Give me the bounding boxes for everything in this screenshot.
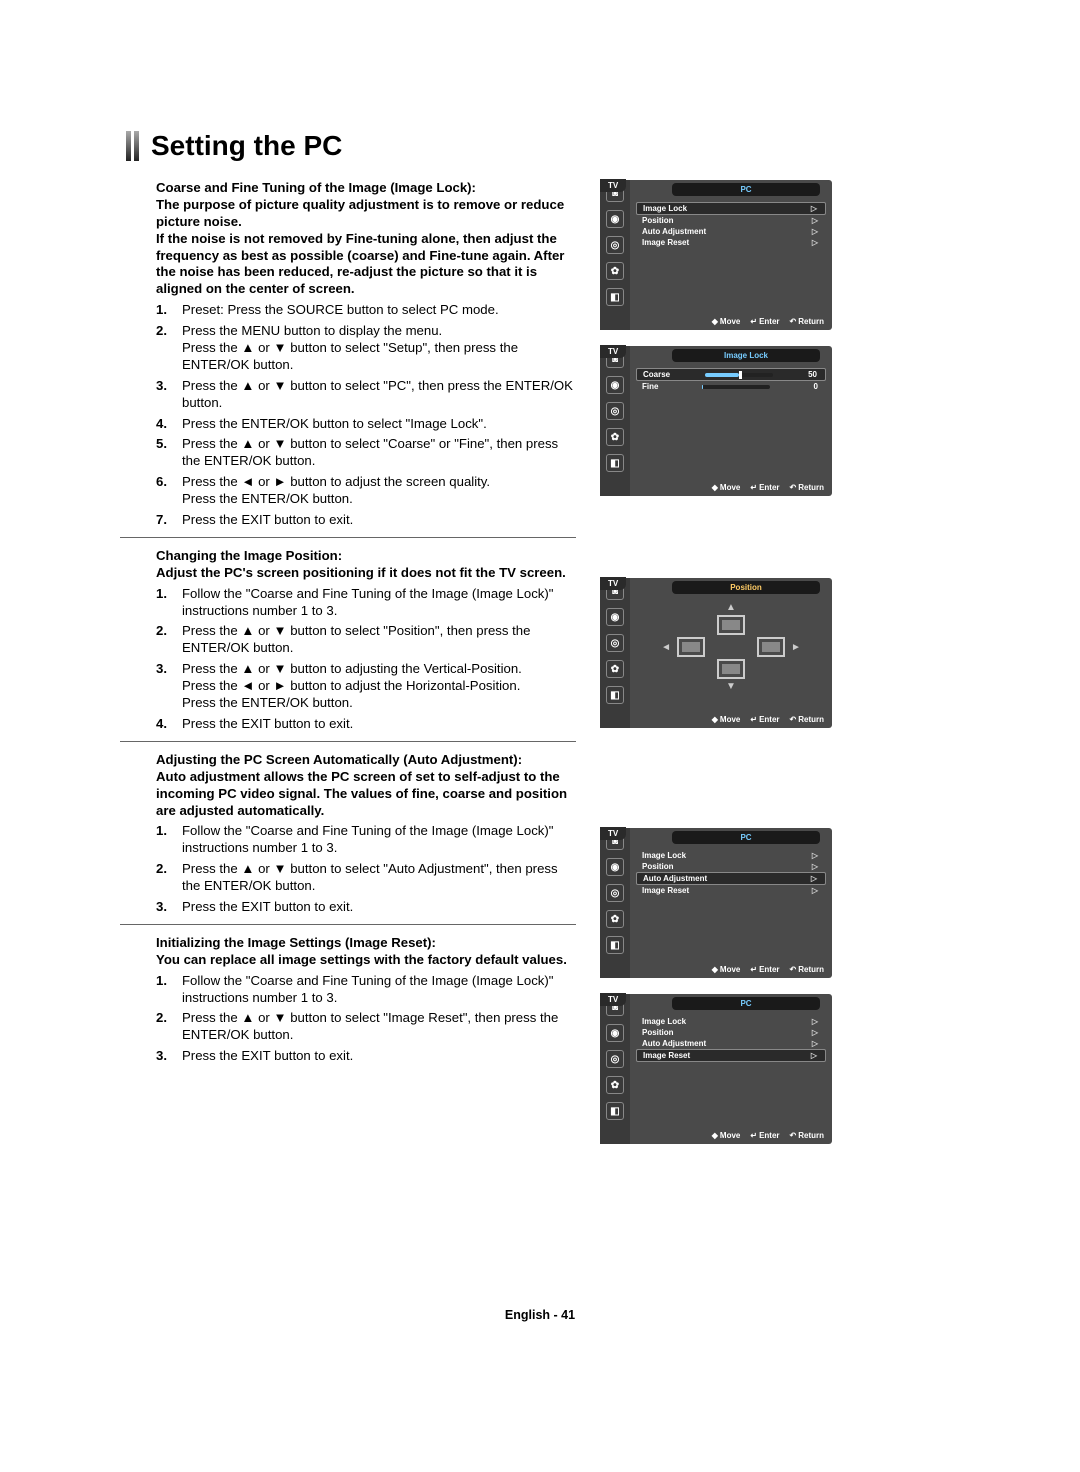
menu-item-auto-adjustment: Auto Adjustment▷ xyxy=(636,872,826,885)
return-hint: ↶Return xyxy=(790,317,824,326)
osd-pc-menu-auto-adjustment: TV ◙◉◎✿◧ PC Image Lock▷ Position▷ Auto A… xyxy=(600,828,832,978)
arrow-left-icon: ◄ xyxy=(661,642,671,653)
osd-title: PC xyxy=(672,183,820,196)
image-lock-steps: Preset: Press the SOURCE button to selec… xyxy=(156,302,576,529)
osd-pc-menu-image-reset: TV ◙◉◎✿◧ PC Image Lock▷ Position▷ Auto A… xyxy=(600,994,832,1144)
enter-hint: ↵Enter xyxy=(750,317,779,326)
osd-sidebar-icons: ◙◉◎✿◧ xyxy=(600,828,630,978)
divider xyxy=(120,924,576,925)
arrow-up-icon: ▲ xyxy=(726,602,736,613)
page-title-wrap: Setting the PC xyxy=(126,130,1000,162)
osd-title: Image Lock xyxy=(672,349,820,362)
position-diagram: ▲ ◄ ► ▼ xyxy=(636,602,826,692)
move-hint: ◆Move xyxy=(712,317,741,326)
osd-title: Position xyxy=(672,581,820,594)
osd-sidebar-icons: ◙◉◎✿◧ xyxy=(600,994,630,1144)
menu-item-image-reset: Image Reset▷ xyxy=(636,237,826,248)
image-reset-intro: Initializing the Image Settings (Image R… xyxy=(156,935,576,969)
slider-fine: Fine 0 xyxy=(636,381,826,392)
menu-item-auto-adjustment: Auto Adjustment▷ xyxy=(636,226,826,237)
menu-item-position: Position▷ xyxy=(636,215,826,226)
title-bars-icon xyxy=(126,131,139,161)
image-lock-intro: Coarse and Fine Tuning of the Image (Ima… xyxy=(156,180,576,298)
menu-item-image-reset: Image Reset▷ xyxy=(636,1049,826,1062)
osd-title: PC xyxy=(672,831,820,844)
osd-pc-menu-image-lock: TV ◙ ◉ ◎ ✿ ◧ PC Image Lock▷ Position▷ Au… xyxy=(600,180,832,330)
page-title: Setting the PC xyxy=(151,130,342,162)
menu-item-image-lock: Image Lock▷ xyxy=(636,202,826,215)
auto-adj-intro: Adjusting the PC Screen Automatically (A… xyxy=(156,752,576,820)
osd-sidebar-icons: ◙◉◎✿◧ xyxy=(600,578,630,728)
position-intro: Changing the Image Position: Adjust the … xyxy=(156,548,576,582)
osd-image-lock-sliders: TV ◙◉◎✿◧ Image Lock Coarse 50 Fine 0 xyxy=(600,346,832,496)
divider xyxy=(120,741,576,742)
auto-adj-steps: Follow the "Coarse and Fine Tuning of th… xyxy=(156,823,576,915)
osd-sidebar-icons: ◙ ◉ ◎ ✿ ◧ xyxy=(600,180,630,330)
position-steps: Follow the "Coarse and Fine Tuning of th… xyxy=(156,586,576,733)
arrow-down-icon: ▼ xyxy=(726,681,736,692)
osd-title: PC xyxy=(672,997,820,1010)
image-reset-steps: Follow the "Coarse and Fine Tuning of th… xyxy=(156,973,576,1065)
settings-icon: ✿ xyxy=(606,262,624,280)
input-icon: ◧ xyxy=(606,288,624,306)
slider-coarse: Coarse 50 xyxy=(636,368,826,381)
arrow-right-icon: ► xyxy=(791,642,801,653)
page-footer: English - 41 xyxy=(0,1308,1080,1322)
divider xyxy=(120,537,576,538)
channel-icon: ◎ xyxy=(606,236,624,254)
sound-icon: ◉ xyxy=(606,210,624,228)
osd-position: TV ◙◉◎✿◧ Position ▲ ◄ ► xyxy=(600,578,832,728)
osd-sidebar-icons: ◙◉◎✿◧ xyxy=(600,346,630,496)
